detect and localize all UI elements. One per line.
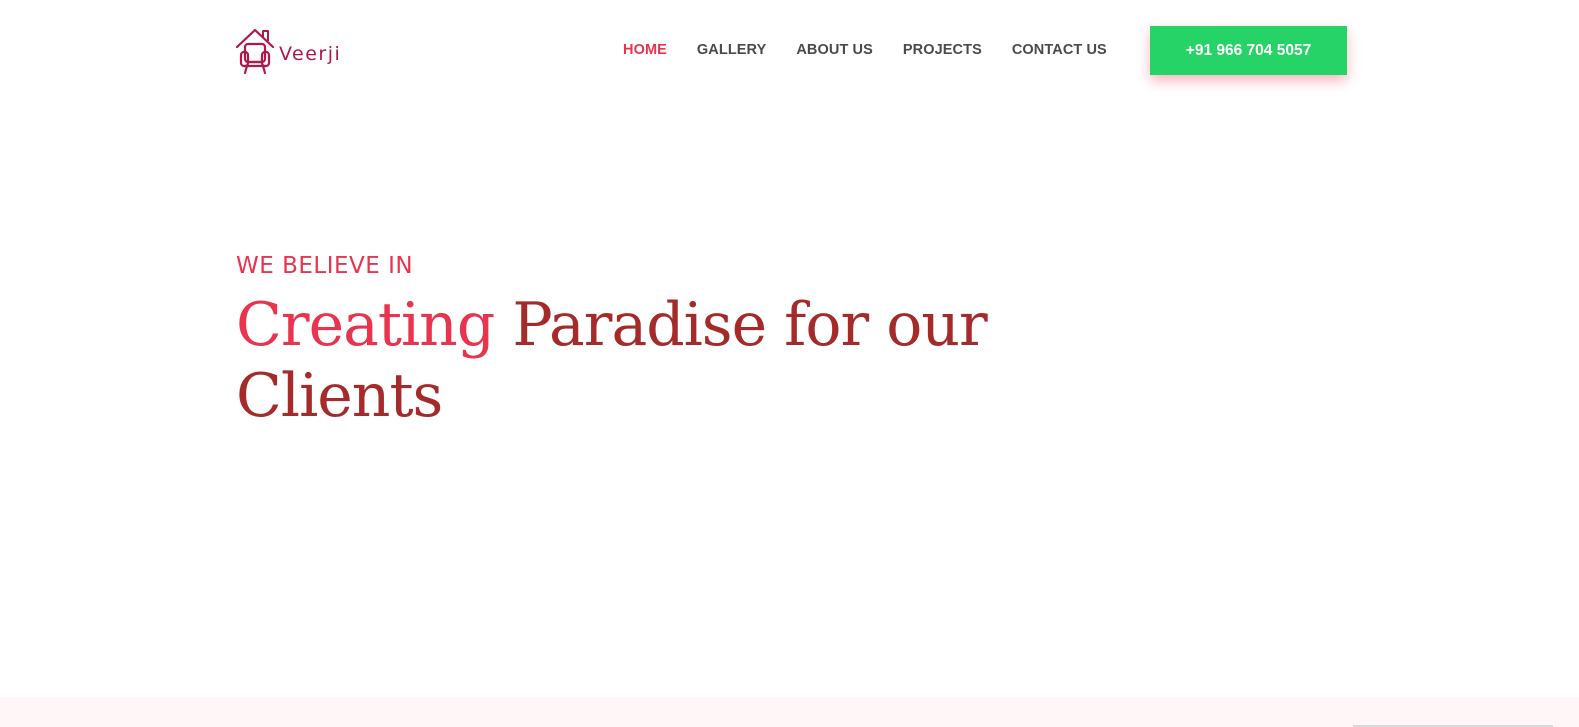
brand-name: Veerji — [279, 43, 342, 65]
house-armchair-icon — [235, 28, 275, 75]
hero-section: WE BELIEVE IN Creating Paradise for our … — [236, 248, 996, 432]
logo-link[interactable]: Veerji — [235, 26, 341, 76]
hero-headline-accent: Creating — [236, 290, 495, 360]
page: Veerji HOME GALLERY ABOUT US PROJECTS CO… — [0, 0, 1579, 727]
nav-about-us[interactable]: ABOUT US — [781, 39, 888, 61]
nav-gallery[interactable]: GALLERY — [682, 39, 781, 61]
site-header: Veerji HOME GALLERY ABOUT US PROJECTS CO… — [0, 0, 1579, 100]
main-nav: HOME GALLERY ABOUT US PROJECTS CONTACT U… — [608, 39, 1122, 61]
hero-eyebrow: WE BELIEVE IN — [236, 253, 414, 279]
next-section-band — [0, 697, 1579, 727]
nav-contact-us[interactable]: CONTACT US — [997, 39, 1122, 61]
hero-headline: Creating Paradise for our Clients — [236, 290, 996, 432]
nav-home[interactable]: HOME — [608, 39, 682, 61]
phone-call-button[interactable]: +91 966 704 5057 — [1150, 26, 1347, 75]
nav-projects[interactable]: PROJECTS — [888, 39, 997, 61]
